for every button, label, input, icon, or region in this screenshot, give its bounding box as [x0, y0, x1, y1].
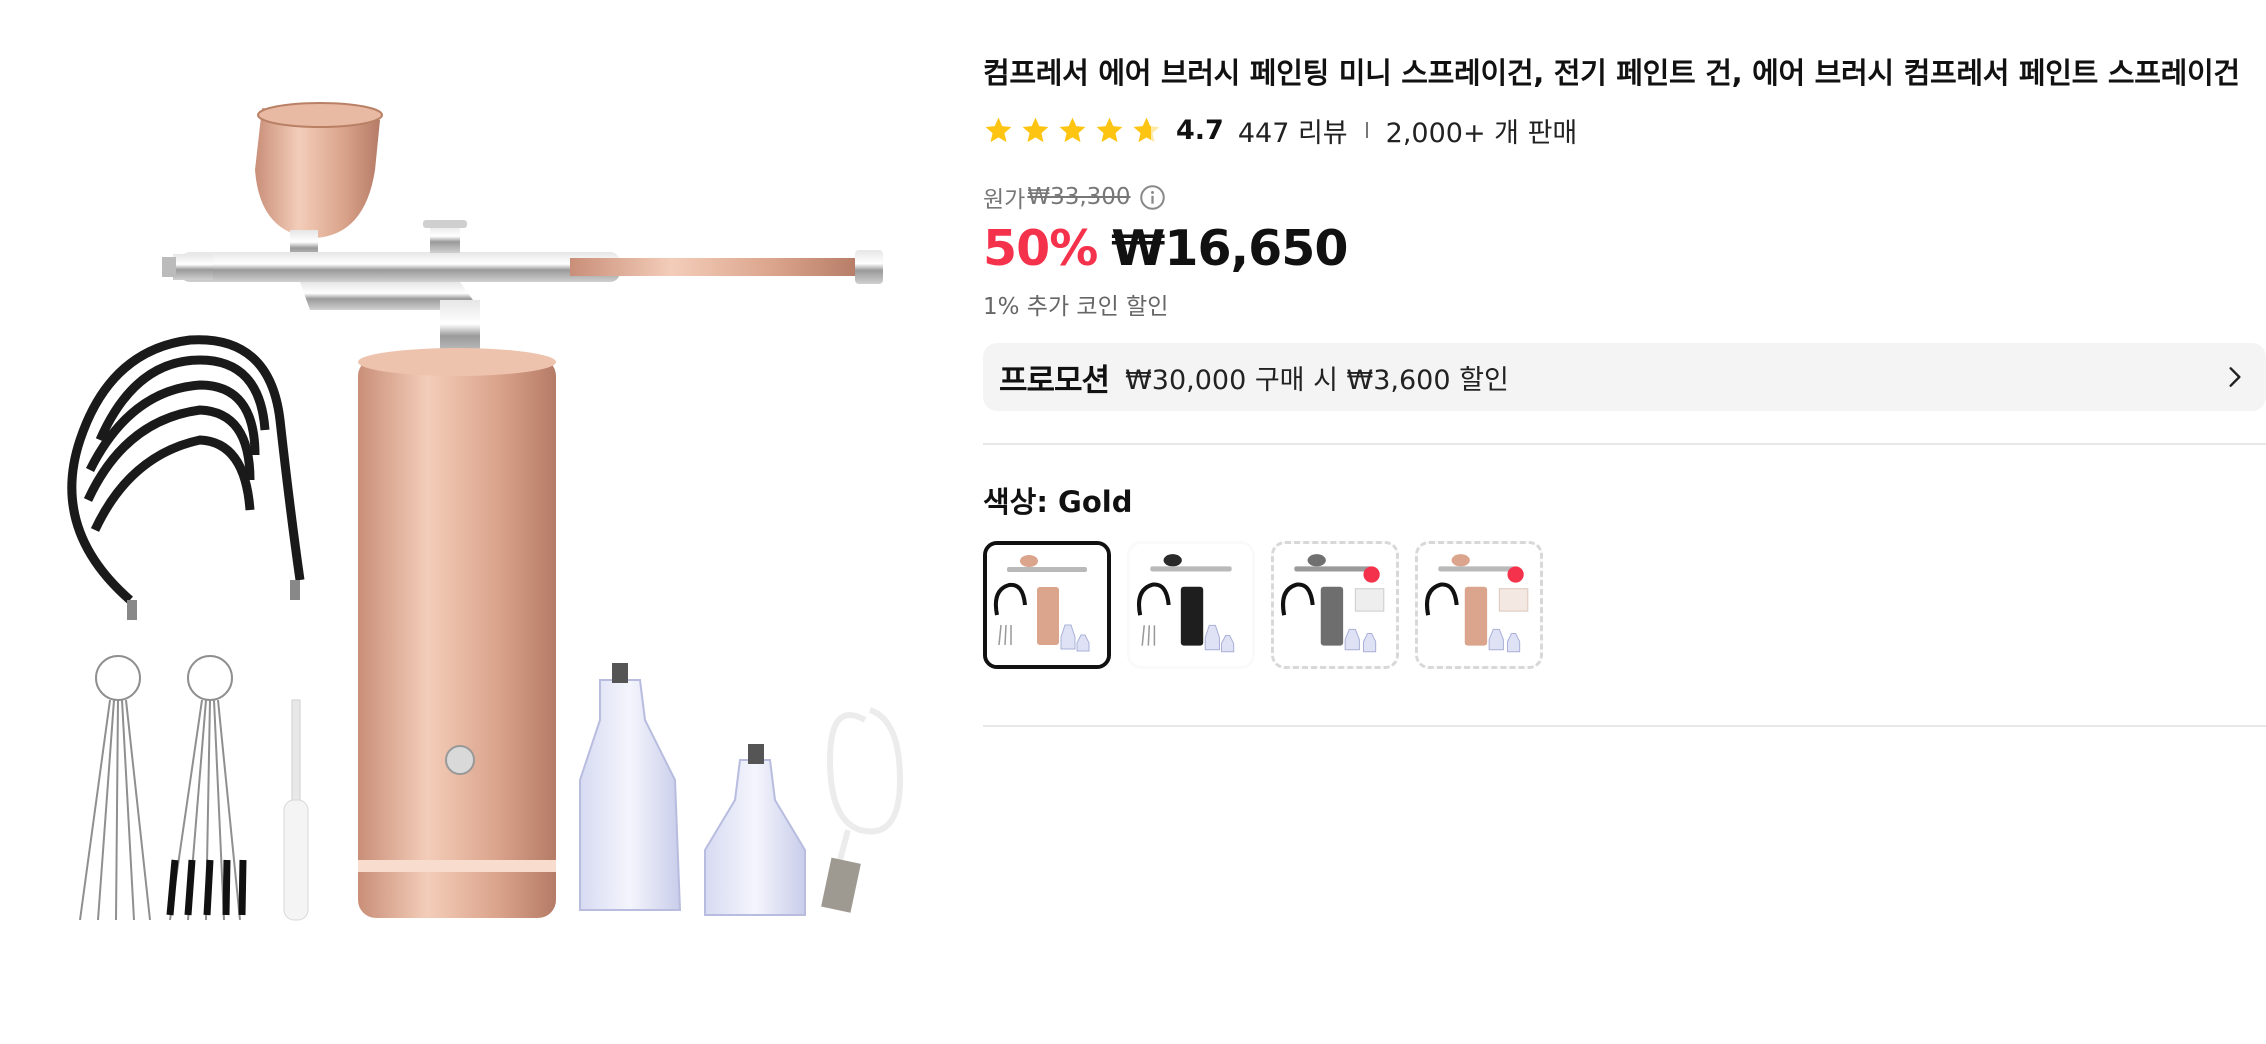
swatch-gold-set-thumbnail — [1418, 544, 1540, 666]
star-icon — [1059, 117, 1086, 142]
star-half-icon — [1133, 117, 1160, 142]
product-main-image[interactable] — [40, 60, 940, 960]
product-title: 컴프레서 에어 브러시 페인팅 미니 스프레이건, 전기 페인트 건, 에어 브… — [983, 56, 2240, 90]
promotion-tag: 프로모션 — [999, 362, 1110, 399]
star-icon — [1022, 117, 1049, 142]
coin-discount-text: 1% 추가 코인 할인 — [983, 294, 1169, 320]
chevron-right-icon — [2229, 367, 2241, 387]
swatch-gold[interactable] — [983, 541, 1111, 669]
section-divider — [983, 443, 2266, 445]
sold-count: 2,000+ 개 판매 — [1385, 117, 1578, 149]
color-label: 색상: Gold — [983, 485, 1133, 519]
promotion-banner[interactable]: 프로모션 ₩30,000 구매 시 ₩3,600 할인 — [983, 343, 2266, 411]
rating-row[interactable]: 4.7 447 리뷰 2,000+ 개 판매 — [983, 110, 2266, 150]
swatch-gold-thumbnail — [987, 545, 1107, 665]
star-icon — [985, 117, 1012, 142]
swatch-black-thumbnail — [1130, 544, 1252, 666]
promotion-text: ₩30,000 구매 시 ₩3,600 할인 — [1125, 364, 1509, 396]
price-row: 50% ₩16,650 — [983, 220, 2266, 277]
rating-stars — [983, 115, 1162, 146]
rating-value: 4.7 — [1176, 114, 1224, 146]
product-info-panel: 컴프레서 에어 브러시 페인팅 미니 스프레이건, 전기 페인트 건, 에어 브… — [983, 50, 2266, 727]
star-icon — [1096, 117, 1123, 142]
original-price-label: 원가 — [983, 187, 1026, 213]
original-price: ₩33,300 — [1027, 184, 1131, 210]
airbrush-kit-illustration — [67, 102, 904, 921]
color-swatches — [983, 541, 2266, 669]
section-divider — [983, 725, 2266, 727]
sale-price: ₩16,650 — [1111, 220, 1348, 277]
rating-divider — [1365, 122, 1368, 138]
review-count-link[interactable]: 447 리뷰 — [1238, 111, 1348, 150]
discount-percent: 50% — [983, 220, 1098, 277]
original-price-row: 원가 ₩33,300 — [983, 180, 2266, 214]
swatch-gray-set[interactable] — [1271, 541, 1399, 669]
swatch-black[interactable] — [1127, 541, 1255, 669]
swatch-gold-set[interactable] — [1415, 541, 1543, 669]
swatch-gray-set-thumbnail — [1274, 544, 1396, 666]
info-icon[interactable] — [1139, 184, 1166, 211]
